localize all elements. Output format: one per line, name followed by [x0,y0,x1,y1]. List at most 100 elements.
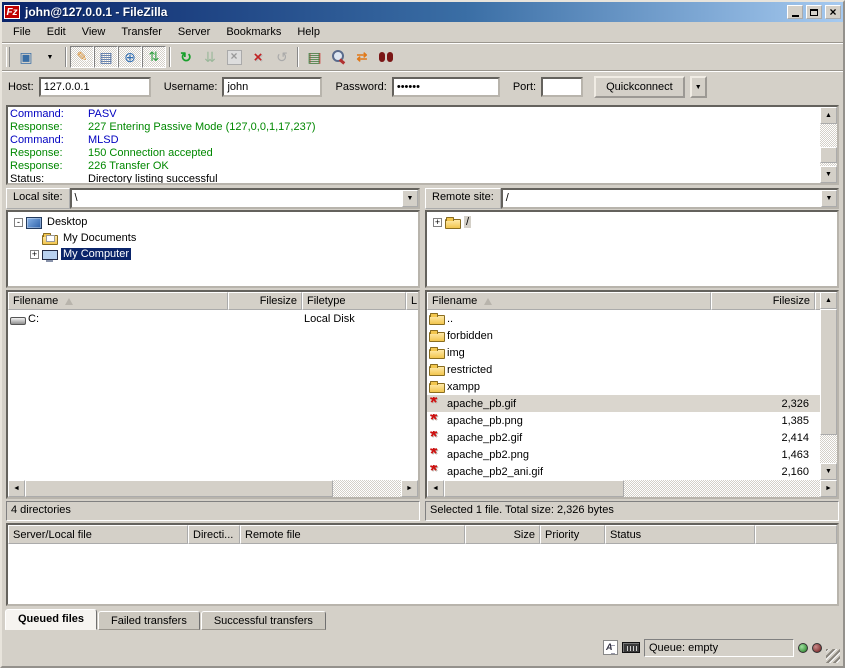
chevron-down-icon[interactable]: ▼ [402,190,418,207]
refresh-file-lists-button[interactable] [174,46,198,68]
file-row[interactable]: apache_pb.png 1,385 [427,412,820,429]
column-header[interactable]: Remote file [240,525,465,544]
menu-help[interactable]: Help [289,23,328,41]
scroll-up-icon[interactable]: ▲ [820,107,837,124]
file-row[interactable]: apache_pb2_ani.gif 2,160 [427,463,820,480]
scrollbar-thumb[interactable] [820,147,837,163]
remote-vertical-scrollbar[interactable]: ▲ ▼ [820,292,837,480]
toggle-transfer-queue-button[interactable] [142,46,166,68]
scroll-left-icon[interactable]: ◄ [8,480,25,497]
disconnect-button[interactable] [246,46,270,68]
port-input[interactable] [541,77,583,97]
column-header[interactable]: Server/Local file [8,525,188,544]
menu-transfer[interactable]: Transfer [113,23,170,41]
toolbar-separator[interactable] [65,47,67,67]
column-header[interactable]: L [406,292,418,310]
tree-item[interactable]: My Documents [11,230,418,246]
toggle-remote-tree-button[interactable] [118,46,142,68]
quickconnect-dropdown-button[interactable]: ▼ [690,76,707,98]
column-header[interactable]: Filesize [711,292,815,310]
scrollbar-track[interactable] [820,124,837,166]
file-row[interactable]: restricted [427,361,820,378]
local-list-rows: C: Local Disk [8,310,418,480]
local-site-row: Local site: \ ▼ [6,188,420,209]
log-vertical-scrollbar[interactable]: ▲ ▼ [820,107,837,183]
cancel-operation-button[interactable] [222,46,246,68]
scroll-up-icon[interactable]: ▲ [820,292,837,309]
username-input[interactable] [222,77,322,97]
file-search-button[interactable] [374,46,398,68]
column-header[interactable]: Filetype [302,292,406,310]
menu-edit[interactable]: Edit [39,23,74,41]
speed-limit-indicator-icon[interactable] [622,642,640,653]
recv-activity-led-icon [798,643,808,653]
remote-horizontal-scrollbar[interactable]: ◄ ► [427,480,837,497]
file-row[interactable]: apache_pb.gif 2,326 [427,395,820,412]
column-header[interactable]: Status [605,525,755,544]
directory-comparison-button[interactable] [326,46,350,68]
minimize-button[interactable] [787,5,803,19]
file-row[interactable]: apache_pb2.gif 2,414 [427,429,820,446]
scroll-right-icon[interactable]: ► [401,480,418,497]
toolbar-separator[interactable] [169,47,171,67]
local-horizontal-scrollbar[interactable]: ◄ ► [8,480,418,497]
column-header[interactable]: Size [465,525,540,544]
resize-grip[interactable] [826,649,840,663]
host-input[interactable] [39,77,151,97]
toggle-message-log-button[interactable] [70,46,94,68]
tree-expander[interactable]: - [14,218,23,227]
tree-expander[interactable]: + [30,250,39,259]
site-manager-dropdown-button[interactable] [38,46,62,68]
file-row[interactable]: C: Local Disk [8,310,418,327]
file-row[interactable]: apache_pb2.png 1,463 [427,446,820,463]
menu-bookmarks[interactable]: Bookmarks [218,23,289,41]
column-header[interactable]: Filename [427,292,711,310]
maximize-button[interactable] [806,5,822,19]
scroll-down-icon[interactable]: ▼ [820,463,837,480]
tree-item[interactable]: + / [430,214,837,230]
toggle-local-tree-button[interactable] [94,46,118,68]
scroll-down-icon[interactable]: ▼ [820,166,837,183]
tree-item[interactable]: + My Computer [11,246,418,262]
scrollbar-thumb[interactable] [25,480,333,497]
password-input[interactable] [392,77,500,97]
tab-queued-files[interactable]: Queued files [5,609,97,630]
tree-expander[interactable]: + [433,218,442,227]
column-header[interactable]: Filesize [228,292,302,310]
scrollbar-thumb[interactable] [820,309,837,435]
menu-server[interactable]: Server [170,23,218,41]
scroll-right-icon[interactable]: ► [820,480,837,497]
tab-failed-transfers[interactable]: Failed transfers [98,611,200,630]
data-type-indicator-icon[interactable] [603,640,618,655]
file-row[interactable]: .. [427,310,820,327]
file-row[interactable]: img [427,344,820,361]
quickconnect-button[interactable]: Quickconnect [594,76,685,98]
scroll-left-icon[interactable]: ◄ [427,480,444,497]
scrollbar-track[interactable] [444,480,820,497]
tree-item[interactable]: - Desktop [11,214,418,230]
tab-successful-transfers[interactable]: Successful transfers [201,611,326,630]
scrollbar-track[interactable] [820,309,837,463]
column-header[interactable]: Filename [8,292,228,310]
process-queue-button[interactable] [198,46,222,68]
synchronized-browsing-button[interactable] [350,46,374,68]
menu-file[interactable]: File [5,23,39,41]
menu-view[interactable]: View [74,23,114,41]
column-header[interactable]: Priority [540,525,605,544]
chevron-down-icon[interactable]: ▼ [821,190,837,207]
log-line: Response: 150 Connection accepted [10,147,819,160]
directory-listing-filters-button[interactable] [302,46,326,68]
title-bar[interactable]: Fz john@127.0.0.1 - FileZilla × [2,2,843,22]
scrollbar-thumb[interactable] [444,480,624,497]
remote-site-combobox[interactable]: / ▼ [501,188,839,209]
file-row[interactable]: xampp [427,378,820,395]
toolbar-grip[interactable] [6,47,10,67]
scrollbar-track[interactable] [25,480,401,497]
reconnect-button[interactable] [270,46,294,68]
local-site-combobox[interactable]: \ ▼ [70,188,420,209]
open-site-manager-button[interactable] [14,46,38,68]
toolbar-separator[interactable] [297,47,299,67]
close-button[interactable]: × [825,5,841,19]
file-row[interactable]: forbidden [427,327,820,344]
column-header[interactable]: Directi... [188,525,240,544]
